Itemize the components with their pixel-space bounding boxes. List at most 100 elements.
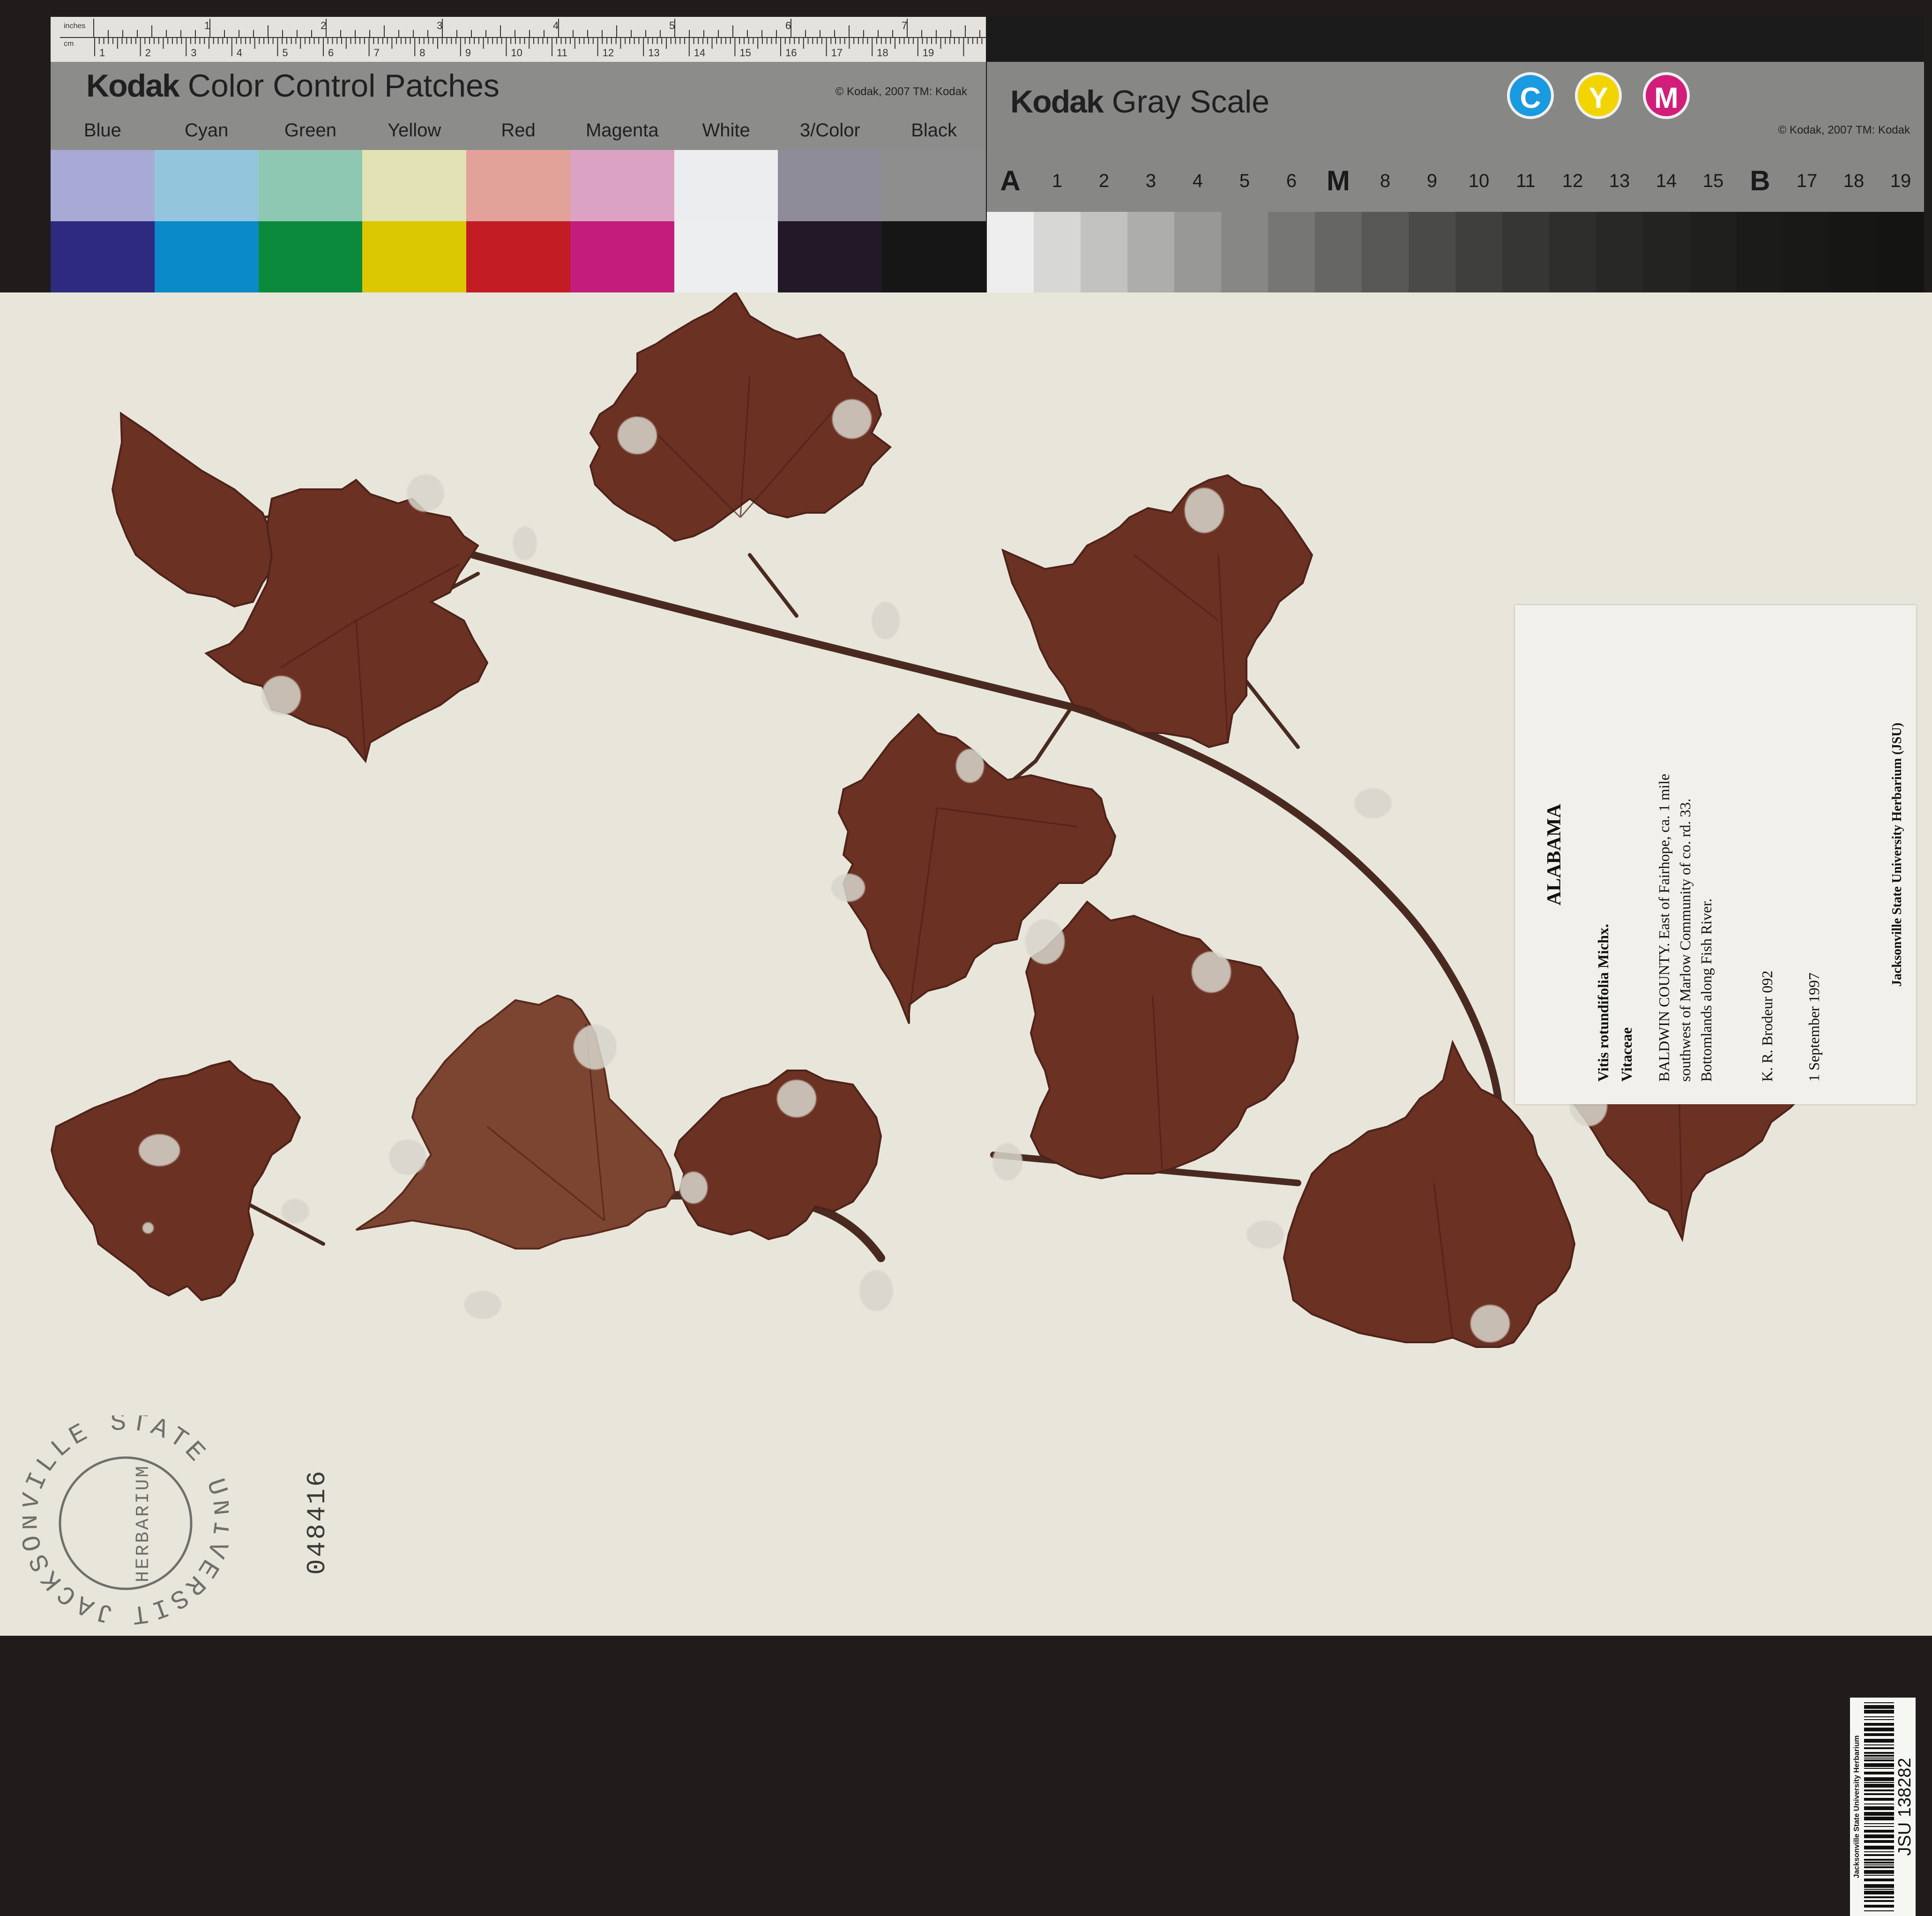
gray-step (1221, 212, 1268, 292)
glue-spot (464, 1291, 501, 1319)
patch-column (362, 150, 467, 292)
ruler-label-cm: 7 (374, 47, 380, 59)
ruler-label-cm: 16 (785, 47, 797, 59)
glue-spot (777, 1080, 816, 1117)
gray-step (1830, 212, 1877, 292)
gray-step (1596, 212, 1643, 292)
gray-step (987, 212, 1034, 292)
barcode-bar (1864, 1905, 1894, 1908)
patch-label-black: Black (911, 120, 957, 141)
patch-column (882, 150, 986, 292)
barcode-bar (1864, 1782, 1894, 1783)
gray-scale-label: 11 (1516, 171, 1536, 191)
gray-scale-label: 4 (1192, 171, 1203, 191)
patch-light (154, 150, 259, 221)
patch-label-red: Red (501, 120, 536, 141)
glue-spot (407, 474, 444, 512)
petiole (1245, 680, 1300, 749)
ruler-label-cm: 12 (603, 47, 614, 59)
herbarium-sheet: ALABAMA Vitis rotundifolia Michx. Vitace… (0, 292, 1932, 1916)
gray-scale-steps (987, 212, 1924, 292)
ruler-label-inch: 7 (902, 20, 907, 31)
gray-step (1174, 212, 1221, 292)
gray-step (1877, 212, 1924, 292)
gray-scale-label: 5 (1239, 171, 1250, 191)
patch-label-cyan: Cyan (184, 120, 229, 141)
petiole (748, 553, 798, 618)
barcode-bar (1864, 1728, 1894, 1731)
barcode-bar (1864, 1793, 1894, 1795)
gray-scale-label: 19 (1890, 171, 1911, 191)
patch-dark (882, 221, 986, 292)
barcode-bar (1864, 1896, 1894, 1898)
ruler-label-cm: 19 (923, 47, 934, 59)
barcode-bar (1864, 1705, 1894, 1709)
ruler-label-inch: 3 (437, 20, 442, 31)
patch-labels: Blue Cyan Green Yellow Red Magenta White 3/Colo… (51, 120, 986, 147)
barcode-bar (1864, 1851, 1894, 1852)
glue-spot (1470, 1305, 1510, 1342)
barcode-bar (1864, 1759, 1894, 1761)
glue-spot (1192, 951, 1231, 993)
barcode-bar (1864, 1859, 1894, 1861)
barcode-bar (1864, 1719, 1894, 1720)
stamp-center-text: HERBARIUM (133, 1464, 154, 1582)
leaf-hole (139, 1134, 180, 1166)
glue-spot (992, 1143, 1022, 1181)
patch-label-3-color: 3/Color (799, 120, 860, 141)
ruler-label-cm: 17 (831, 47, 843, 59)
gray-scale-label: B (1750, 165, 1770, 196)
patch-label-white: White (702, 120, 750, 141)
patch-column (778, 150, 882, 292)
barcode-bar (1864, 1854, 1894, 1856)
patch-light (258, 150, 363, 221)
barcode-bar (1864, 1752, 1894, 1754)
herbarium-stamp: JACKSONVILLE STATE UNIVERSITY HERBARIUM (22, 1415, 229, 1630)
label-family: Vitaceae (1618, 1027, 1635, 1082)
ruler-label-cm: 4 (237, 47, 242, 59)
patch-light (466, 150, 570, 221)
gray-card-top-strip (987, 17, 1924, 62)
barcode-bar (1864, 1758, 1894, 1759)
gray-step (1081, 212, 1127, 292)
patch-light (778, 150, 882, 221)
gray-card-title-text: Gray Scale (1111, 84, 1270, 120)
ruler-scale: inchescm12345678123456789101112131415161… (60, 19, 986, 59)
barcode-bar (1864, 1879, 1894, 1881)
barcode-bar (1864, 1716, 1894, 1717)
glue-spot (1246, 1220, 1284, 1249)
gray-step (1737, 212, 1783, 292)
leaf (50, 1060, 301, 1302)
leaf (355, 994, 676, 1250)
ruler-label-cm: 15 (739, 47, 751, 59)
gray-scale-label: 9 (1426, 171, 1438, 191)
gray-card-copyright: © Kodak, 2007 TM: Kodak (1778, 124, 1910, 136)
petiole (1006, 703, 1075, 786)
patch-column (570, 150, 674, 292)
gray-step (1549, 212, 1596, 292)
barcode-bar (1864, 1866, 1894, 1868)
gray-step (1643, 212, 1690, 292)
gray-scale-label: 17 (1796, 171, 1818, 191)
patch-column (258, 150, 363, 292)
gray-step (1127, 212, 1174, 292)
gray-scale-label: M (1327, 165, 1350, 196)
gray-scale-label: 8 (1380, 171, 1391, 191)
label-locality-2: southwest of Marlow Community of co. rd.… (1677, 798, 1693, 1082)
stamp-ring-text-path: JACKSONVILLE STATE UNIVERSITY (22, 1415, 229, 1630)
glue-spot (679, 1172, 708, 1204)
barcode-bar (1864, 1702, 1894, 1703)
barcode-bar (1864, 1817, 1894, 1820)
label-date: 1 September 1997 (1805, 973, 1822, 1082)
patch-column (466, 150, 570, 292)
gray-scale-label: 14 (1656, 171, 1677, 191)
ruler-label-cm: 11 (557, 47, 567, 59)
gray-step (1783, 212, 1830, 292)
gray-step (1690, 212, 1737, 292)
patch-dark (258, 221, 363, 292)
barcode-bar (1864, 1823, 1894, 1824)
barcode-bar (1864, 1846, 1894, 1849)
barcode-bar (1864, 1840, 1894, 1843)
barcode-number: JSU 138282 (1895, 1758, 1915, 1856)
barcode-bar (1864, 1747, 1894, 1749)
